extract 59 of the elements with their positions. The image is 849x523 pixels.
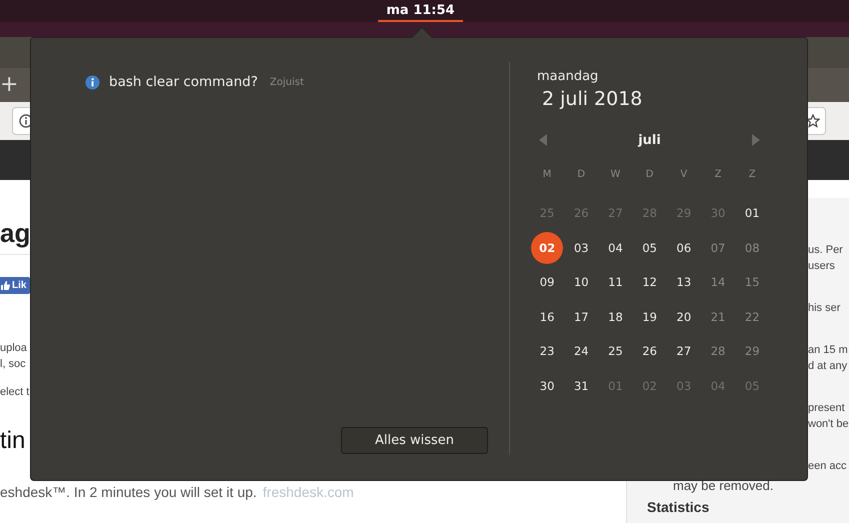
new-tab-button[interactable]: + [0, 74, 14, 96]
weekday-header: Z [714, 168, 722, 180]
calendar-day[interactable]: 26 [634, 335, 666, 368]
bookmark-field[interactable] [808, 107, 826, 135]
stats-heading: Statistics [647, 499, 710, 516]
notification-time: Zojuist [270, 76, 304, 88]
calendar-day[interactable]: 24 [565, 335, 598, 368]
footer-text: eshdesk™. In 2 minutes you will set it up. [0, 484, 257, 500]
text-fragment: present [808, 401, 846, 416]
weekday-header: Z [748, 168, 756, 180]
text-fragment: d at any [808, 359, 848, 374]
weekday-header: D [577, 168, 586, 180]
star-icon[interactable] [806, 114, 820, 128]
text-fragment: us. Per [808, 243, 844, 258]
calendar-day[interactable]: 16 [531, 300, 564, 333]
thumb-icon [1, 281, 10, 290]
list-text: may be removed. [673, 478, 774, 494]
calendar-day[interactable]: 19 [634, 300, 666, 333]
text-fragment: his ser [808, 301, 842, 316]
calendar-day[interactable]: 18 [599, 300, 632, 333]
calendar-day[interactable]: 04 [599, 232, 632, 264]
calendar-day[interactable]: 01 [736, 197, 768, 230]
text-fragment: won't be [808, 417, 848, 432]
calendar-day[interactable]: 31 [565, 370, 598, 402]
info-icon [19, 114, 33, 128]
calendar-day[interactable]: 03 [565, 232, 598, 264]
text-fragment: users [808, 259, 836, 274]
like-button[interactable]: Lik [0, 277, 30, 294]
date-label: 2 juli 2018 [542, 87, 644, 112]
text-fragment: een acc [808, 459, 848, 474]
page-heading: ag [0, 218, 30, 248]
calendar-day[interactable]: 20 [668, 300, 700, 333]
calendar-day[interactable]: 06 [668, 232, 700, 264]
text-fragment: uploa [0, 341, 28, 356]
calendar-day[interactable]: 09 [531, 266, 564, 298]
month-label: juli [638, 132, 661, 148]
text-fragment: l, soc [0, 357, 27, 372]
calendar-day[interactable]: 25 [599, 335, 632, 368]
text-fragment: elect t [0, 385, 30, 400]
calendar-day[interactable]: 13 [668, 266, 700, 298]
info-icon [85, 74, 100, 90]
calendar-day[interactable]: 23 [531, 335, 564, 368]
calendar-day[interactable]: 12 [634, 266, 666, 298]
weekday-header: W [610, 168, 620, 180]
calendar-day[interactable]: 17 [565, 300, 598, 333]
weekday-header: M [542, 168, 552, 180]
calendar-day[interactable]: 05 [634, 232, 666, 264]
weekday-label: maandag [537, 68, 600, 86]
calendar-day[interactable]: 30 [531, 370, 564, 402]
weekday-header: D [646, 168, 654, 180]
calendar-day[interactable]: 10 [565, 266, 598, 298]
weekday-header: V [680, 168, 688, 180]
clear-all-button[interactable]: Alles wissen [341, 427, 488, 454]
notification-title[interactable]: bash clear command? [109, 74, 258, 90]
calendar-day[interactable]: 27 [668, 335, 700, 368]
calendar-day[interactable]: 02 [531, 232, 564, 264]
section-heading: tin [0, 426, 26, 456]
calendar-day[interactable]: 11 [599, 266, 632, 298]
text-fragment: an 15 m [808, 343, 848, 358]
